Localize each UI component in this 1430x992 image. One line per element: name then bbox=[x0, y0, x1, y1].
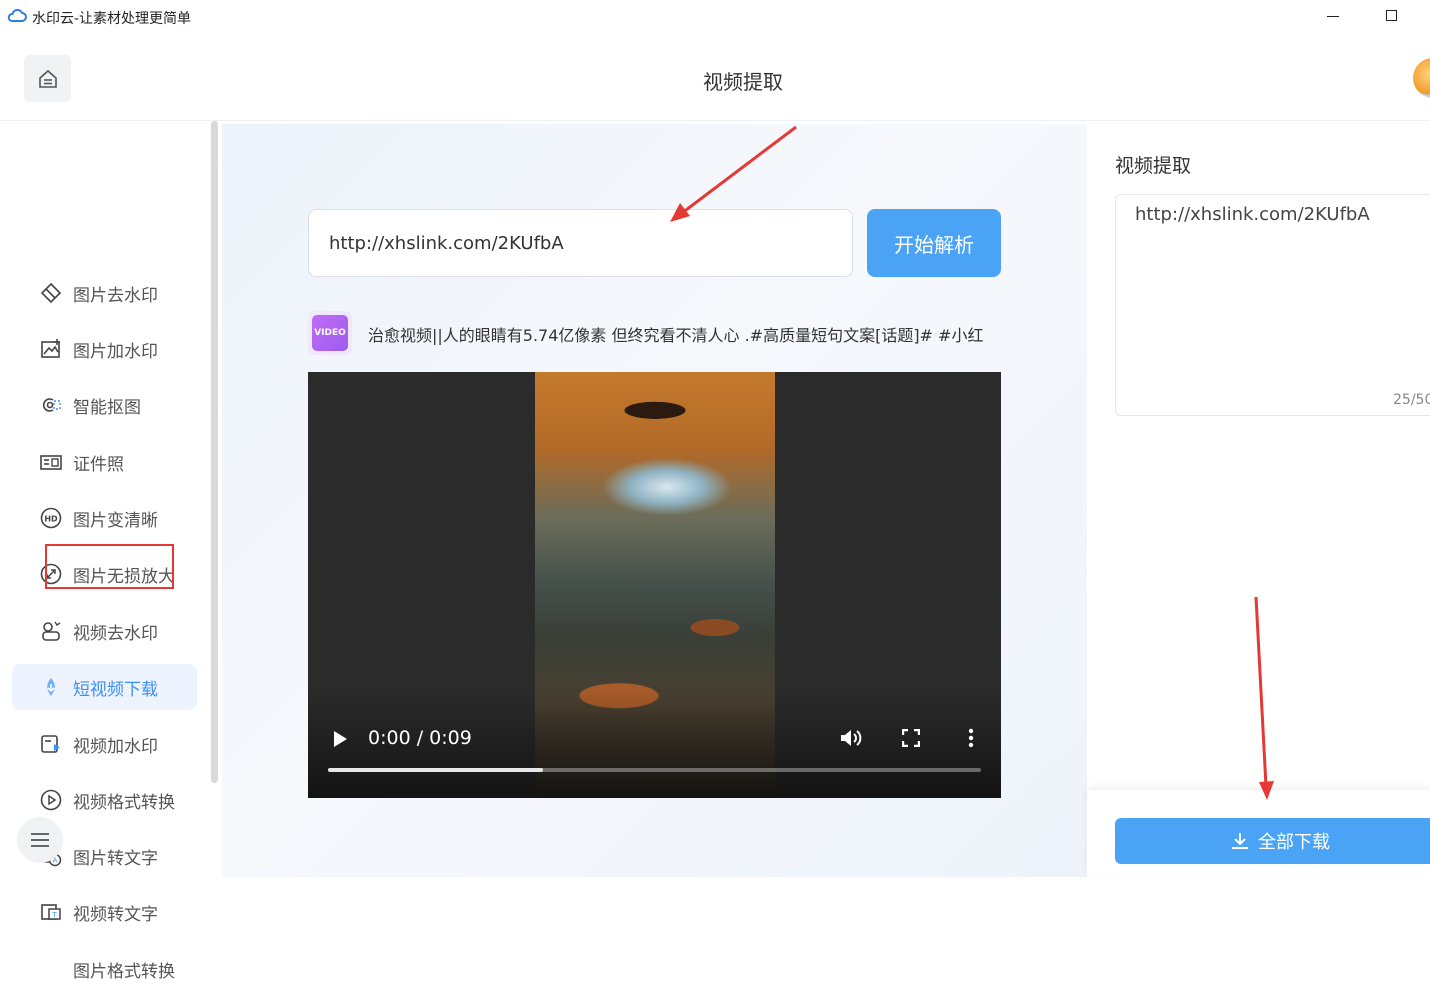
annotation-highlight-box bbox=[45, 544, 174, 589]
title-bar: 水印云-让素材处理更简单 bbox=[0, 0, 1430, 36]
sidebar-item-video-to-text[interactable]: T 视频转文字 bbox=[12, 889, 197, 935]
sidebar-scrollbar[interactable] bbox=[211, 121, 218, 783]
image-convert-icon bbox=[40, 958, 62, 980]
panel-title: 视频提取 bbox=[1115, 155, 1192, 177]
menu-button[interactable] bbox=[17, 817, 63, 863]
sidebar-item-video-add-watermark[interactable]: 视频加水印 bbox=[12, 721, 197, 767]
download-icon bbox=[40, 676, 62, 698]
page-header: 视频提取 bbox=[0, 36, 1430, 121]
minimize-icon[interactable] bbox=[1327, 16, 1339, 17]
svg-text:T: T bbox=[51, 911, 57, 919]
sidebar-item-label: 图片转文字 bbox=[73, 848, 158, 869]
progress-track[interactable] bbox=[328, 768, 981, 772]
play-icon[interactable] bbox=[332, 730, 348, 748]
sidebar-item-smart-cutout[interactable]: 智能抠图 bbox=[12, 382, 197, 428]
menu-icon bbox=[31, 833, 49, 847]
cutout-icon bbox=[40, 394, 62, 416]
download-arrow-icon bbox=[1232, 833, 1248, 849]
maximize-icon[interactable] bbox=[1386, 10, 1397, 21]
id-photo-icon bbox=[40, 451, 62, 473]
volume-icon[interactable] bbox=[840, 728, 862, 748]
download-all-label: 全部下载 bbox=[1258, 832, 1330, 853]
char-count: 25/50 bbox=[1393, 392, 1430, 408]
fullscreen-icon[interactable] bbox=[902, 729, 920, 747]
sidebar-item-image-sharpen[interactable]: HD 图片变清晰 bbox=[12, 495, 197, 541]
sidebar-item-label: 图片加水印 bbox=[73, 341, 158, 362]
sidebar-item-label: 图片去水印 bbox=[73, 285, 158, 306]
progress-fill bbox=[328, 768, 544, 772]
video-add-icon bbox=[40, 733, 62, 755]
sidebar-item-label: 智能抠图 bbox=[73, 397, 141, 418]
window-title: 水印云-让素材处理更简单 bbox=[32, 11, 192, 27]
sidebar-item-video-remove-watermark[interactable]: 视频去水印 bbox=[12, 608, 197, 654]
video-badge-label: VIDEO bbox=[312, 315, 348, 351]
sidebar-item-label: 短视频下载 bbox=[73, 679, 158, 700]
player-time: 0:00 / 0:09 bbox=[368, 727, 472, 749]
eraser-icon bbox=[40, 282, 62, 304]
sidebar-item-short-video-download[interactable]: 短视频下载 bbox=[12, 664, 197, 710]
sidebar-item-label: 图片格式转换 bbox=[73, 961, 175, 982]
extract-textarea[interactable] bbox=[1115, 194, 1430, 416]
extract-text: http://xhslink.com/2KUfbA bbox=[1135, 204, 1370, 225]
sidebar-item-label: 视频格式转换 bbox=[73, 792, 175, 813]
convert-icon bbox=[40, 789, 62, 811]
video-player[interactable]: 0:00 / 0:09 bbox=[308, 372, 1001, 798]
sidebar-item-label: 证件照 bbox=[73, 454, 124, 475]
download-all-button[interactable]: 全部下载 bbox=[1115, 818, 1430, 864]
video-text-icon: T bbox=[40, 901, 62, 923]
sidebar-item-image-add-watermark[interactable]: 图片加水印 bbox=[12, 326, 197, 372]
page-title: 视频提取 bbox=[703, 70, 783, 94]
sidebar-item-label: 视频转文字 bbox=[73, 904, 158, 925]
sidebar-item-id-photo[interactable]: 证件照 bbox=[12, 439, 197, 485]
start-parse-button[interactable]: 开始解析 bbox=[867, 209, 1001, 277]
video-caption: 治愈视频||人的眼睛有5.74亿像素 但终究看不清人心 .#高质量短句文案[话题… bbox=[368, 326, 984, 345]
sidebar-item-image-remove-watermark[interactable]: 图片去水印 bbox=[12, 270, 197, 316]
sidebar-item-label: 视频去水印 bbox=[73, 623, 158, 644]
svg-text:HD: HD bbox=[44, 515, 58, 524]
cloud-logo-icon bbox=[7, 9, 27, 22]
video-badge: VIDEO bbox=[308, 311, 352, 355]
hd-icon: HD bbox=[40, 507, 62, 529]
sidebar: 图片去水印 图片加水印 智能抠图 证件照 HD 图片变清晰 图片无损放大 视频去… bbox=[0, 121, 222, 982]
video-eraser-icon bbox=[40, 620, 62, 642]
sidebar-item-label: 视频加水印 bbox=[73, 736, 158, 757]
image-add-icon bbox=[40, 338, 62, 360]
sidebar-item-image-format-convert[interactable]: 图片格式转换 bbox=[12, 946, 197, 992]
more-vertical-icon[interactable] bbox=[968, 728, 974, 748]
sidebar-item-label: 图片变清晰 bbox=[73, 510, 158, 531]
url-input[interactable]: http://xhslink.com/2KUfbA bbox=[308, 209, 853, 277]
